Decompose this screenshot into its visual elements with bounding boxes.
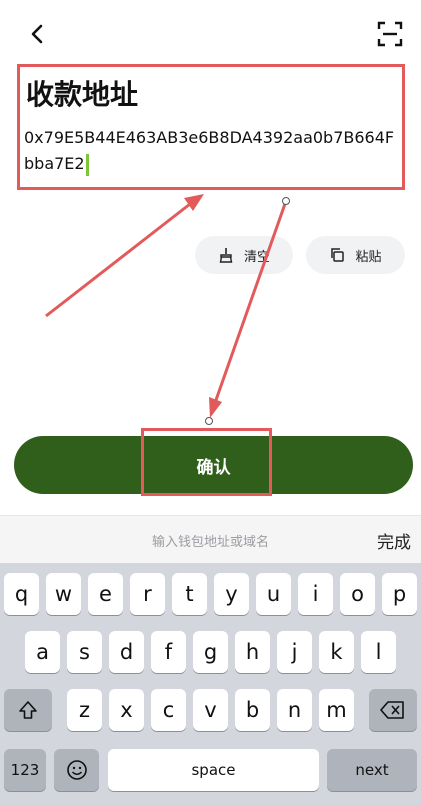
chevron-left-icon[interactable] [24,20,52,48]
key-g[interactable]: g [193,631,228,673]
broom-icon [219,248,233,263]
key-r[interactable]: r [130,573,165,615]
key-n[interactable]: n [277,689,312,731]
paste-label: 粘贴 [355,249,382,265]
scan-frame-icon[interactable] [376,20,404,48]
key-i[interactable]: i [298,573,333,615]
space-key[interactable]: space [108,749,319,791]
arrow-to-address [45,194,204,318]
key-h[interactable]: h [235,631,270,673]
key-k[interactable]: k [319,631,354,673]
key-z[interactable]: z [67,689,102,731]
key-l[interactable]: l [361,631,396,673]
key-t[interactable]: t [172,573,207,615]
address-input[interactable]: 0x79E5B44E463AB3e6B8DA4392aa0b7B664Fbba7… [24,125,402,177]
address-title: 收款地址 [26,78,139,111]
key-x[interactable]: x [109,689,144,731]
numbers-key[interactable]: 123 [4,749,46,791]
key-d[interactable]: d [109,631,144,673]
key-q[interactable]: q [4,573,39,615]
arrow-to-confirm [205,197,290,425]
done-button[interactable]: 完成 [377,528,411,553]
address-field-highlight[interactable]: 收款地址 0x79E5B44E463AB3e6B8DA4392aa0b7B664… [17,64,405,190]
key-f[interactable]: f [151,631,186,673]
paste-button[interactable]: 粘贴 [306,236,405,274]
key-p[interactable]: p [382,573,417,615]
key-j[interactable]: j [277,631,312,673]
backspace-key[interactable] [369,689,417,731]
emoji-key[interactable] [54,749,99,791]
clear-button[interactable]: 清空 [195,236,293,274]
input-placeholder: 输入钱包地址或域名 [151,535,269,550]
key-c[interactable]: c [151,689,186,731]
key-v[interactable]: v [193,689,228,731]
key-m[interactable]: m [319,689,354,731]
key-u[interactable]: u [256,573,291,615]
key-e[interactable]: e [88,573,123,615]
key-o[interactable]: o [340,573,375,615]
backspace-icon [380,701,404,719]
key-a[interactable]: a [25,631,60,673]
clear-label: 清空 [243,249,270,265]
key-y[interactable]: y [214,573,249,615]
top-bar [0,0,421,64]
emoji-icon [66,760,87,780]
text-caret [85,153,89,176]
address-value: 0x79E5B44E463AB3e6B8DA4392aa0b7B664Fbba7… [24,128,395,173]
copy-icon [331,248,345,262]
keyboard-accessory-bar: 输入钱包地址或域名 完成 [0,515,421,563]
key-s[interactable]: s [67,631,102,673]
shift-icon [19,701,37,719]
key-b[interactable]: b [235,689,270,731]
next-key[interactable]: next [327,749,417,791]
keyboard: q w e r t y u i o p a s d f g h j k l z … [0,563,421,805]
key-w[interactable]: w [46,573,81,615]
confirm-button[interactable]: 确认 [14,436,413,494]
confirm-label: 确认 [196,457,231,478]
shift-key[interactable] [4,689,52,731]
